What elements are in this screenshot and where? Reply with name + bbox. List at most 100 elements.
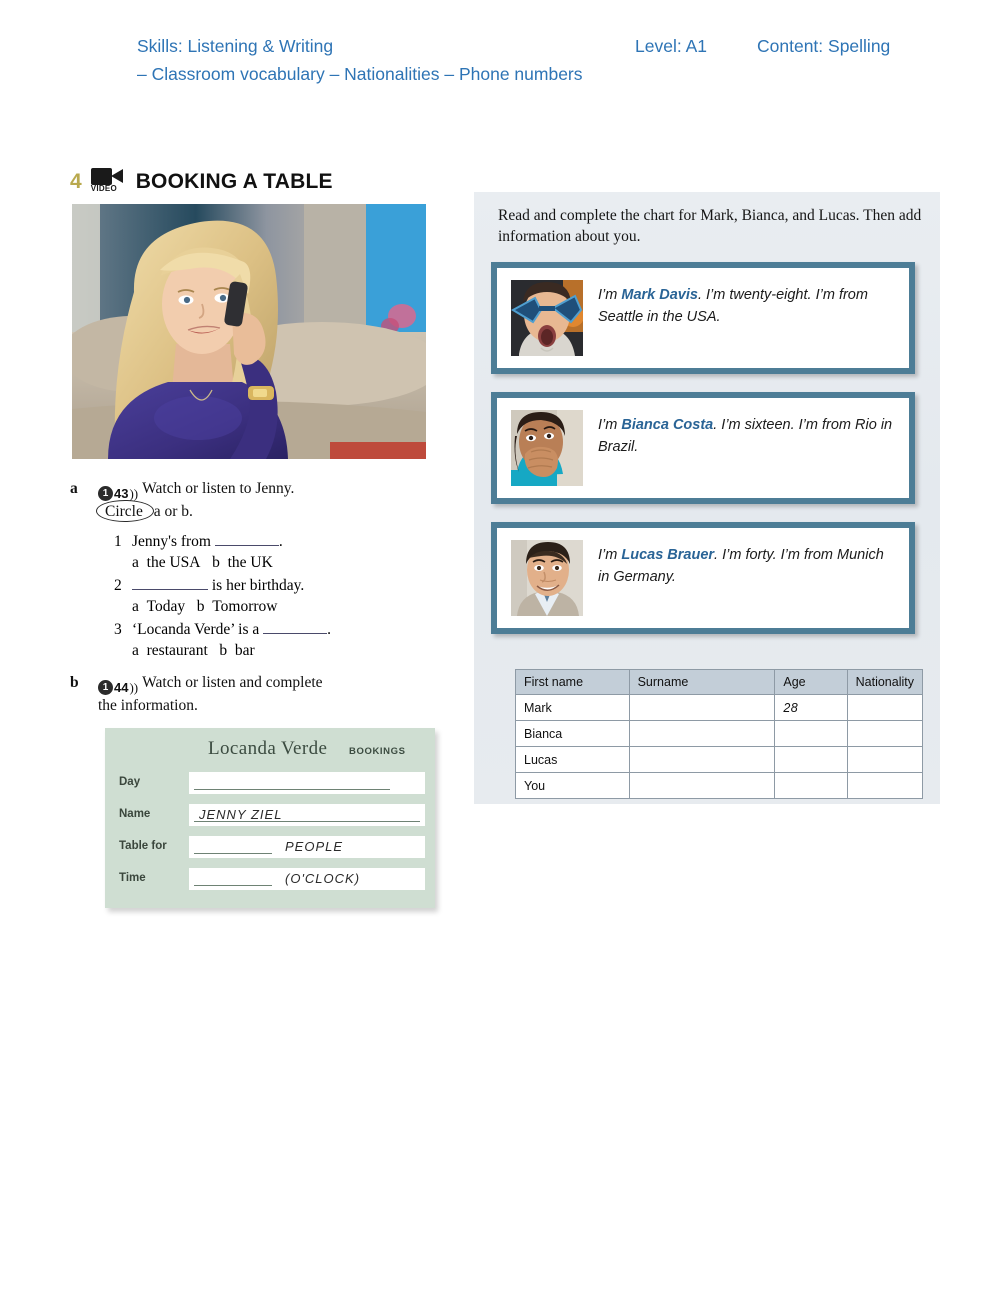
cell-nationality-lucas[interactable] (846, 746, 924, 773)
exercise-number: 4 (70, 170, 82, 193)
table-row: Lucas (515, 746, 924, 773)
question-1-blank[interactable] (214, 533, 279, 546)
task-b-instruction: 1 44)) Watch or listen and complete (98, 674, 438, 696)
task-b-text-2: the information. (98, 697, 198, 714)
person-card-mark: I’m Mark Davis. I’m twenty-eight. I’m fr… (491, 262, 915, 374)
question-1-option-a-letter[interactable]: a (132, 554, 139, 571)
question-2-option-b-letter[interactable]: b (197, 598, 205, 615)
question-1-option-b-label[interactable]: the UK (228, 554, 273, 571)
question-3-suffix: . (327, 621, 331, 638)
cell-surname-mark[interactable] (628, 694, 776, 721)
question-2-blank[interactable] (132, 577, 208, 590)
sound-waves-icon-b: )) (129, 679, 139, 695)
question-2-option-b-label[interactable]: Tomorrow (212, 598, 277, 615)
cell-nationality-mark[interactable] (846, 694, 924, 721)
cell-surname-lucas[interactable] (628, 746, 776, 773)
table-row: You (515, 772, 924, 799)
reading-chart-panel: Read and complete the chart for Mark, Bi… (474, 192, 940, 804)
question-3-option-a-letter[interactable]: a (132, 642, 139, 659)
mark-intro: I’m (598, 287, 622, 303)
question-2-suffix: is her birthday. (211, 577, 305, 594)
table-header-surname: Surname (628, 669, 776, 695)
audio-track-number-b: 44 (114, 680, 129, 695)
question-3-option-b-letter[interactable]: b (219, 642, 227, 659)
cell-first-name-you: You (515, 772, 630, 799)
person-card-bianca: I’m Bianca Costa. I’m sixteen. I’m from … (491, 392, 915, 504)
task-a-letter: a (70, 480, 78, 497)
booking-row-table-for: Table for PEOPLE (119, 836, 425, 858)
circle-verb-circled: Circle (96, 500, 154, 522)
personal-info-table: First name Surname Age Nationality Mark … (515, 669, 924, 799)
question-3-blank[interactable] (263, 621, 328, 634)
sound-waves-icon-a: )) (129, 485, 139, 501)
task-a-text-1: Watch or listen to Jenny. (142, 480, 295, 497)
audio-track-number-a: 43 (114, 486, 129, 501)
cell-surname-you[interactable] (628, 772, 776, 799)
question-3-option-b-label[interactable]: bar (235, 642, 255, 659)
bianca-description: I’m Bianca Costa. I’m sixteen. I’m from … (598, 410, 895, 459)
mark-description: I’m Mark Davis. I’m twenty-eight. I’m fr… (598, 280, 895, 329)
audio-track-icon-b[interactable]: 1 44)) (98, 680, 138, 696)
question-1-number: 1 (114, 533, 122, 550)
video-badge-label: VIDEO (90, 184, 118, 193)
question-2-number: 2 (114, 577, 122, 594)
task-a-instruction: 1 43)) Watch or listen to Jenny. (98, 480, 438, 502)
cell-age-bianca[interactable] (774, 720, 848, 747)
booking-label-time: Time (119, 872, 146, 884)
question-1-option-a-label[interactable]: the USA (147, 554, 201, 571)
table-header-age: Age (774, 669, 848, 695)
question-2-text: is her birthday. (132, 577, 304, 595)
booking-field-table-for[interactable]: PEOPLE (189, 836, 425, 858)
cell-nationality-bianca[interactable] (846, 720, 924, 747)
cell-first-name-lucas: Lucas (515, 746, 630, 773)
task-b-text-1: Watch or listen and complete (142, 674, 323, 691)
booking-field-time[interactable]: (O'CLOCK) (189, 868, 425, 890)
page-header: Skills: Listening & Writing Level: A1 Co… (0, 0, 1000, 110)
header-skills: Skills: Listening & Writing (137, 36, 334, 56)
lucas-portrait-photo (511, 540, 583, 616)
table-row: Mark 28 (515, 694, 924, 721)
lucas-description: I’m Lucas Brauer. I’m forty. I’m from Mu… (598, 540, 895, 589)
question-3-option-a-label[interactable]: restaurant (147, 642, 208, 659)
booking-field-day[interactable] (189, 772, 425, 794)
table-header-row: First name Surname Age Nationality (515, 669, 924, 695)
question-1-suffix: . (278, 533, 283, 550)
question-3-options: a restaurant b bar (132, 642, 255, 660)
table-header-nationality: Nationality (846, 669, 924, 695)
booking-row-name: Name JENNY ZIEL (119, 804, 425, 826)
bianca-name: Bianca Costa (621, 417, 714, 433)
booking-label-day: Day (119, 776, 141, 788)
question-3-text: ‘Locanda Verde’ is a . (132, 621, 331, 639)
jenny-phone-photo (72, 204, 426, 459)
booking-card-title: Locanda Verde (208, 738, 328, 759)
cell-nationality-you[interactable] (846, 772, 924, 799)
lucas-intro: I’m (598, 547, 622, 563)
lucas-name: Lucas Brauer (621, 547, 715, 563)
locanda-verde-booking-card: Locanda Verde BOOKINGS Day Name JENNY ZI… (105, 728, 435, 908)
task-a-text-2: a or b. (153, 503, 193, 520)
mark-name: Mark Davis (621, 287, 698, 303)
booking-field-name[interactable]: JENNY ZIEL (189, 804, 425, 826)
chart-instruction: Read and complete the chart for Mark, Bi… (498, 207, 922, 245)
booking-label-name: Name (119, 808, 151, 820)
task-a-instruction-line2: Circle a or b. (96, 500, 438, 522)
audio-track-icon-a[interactable]: 1 43)) (98, 486, 138, 502)
question-1-option-b-letter[interactable]: b (212, 554, 220, 571)
cell-age-lucas[interactable] (774, 746, 848, 773)
bianca-portrait-photo (511, 410, 583, 486)
question-2-option-a-letter[interactable]: a (132, 598, 139, 615)
video-camera-icon: VIDEO (90, 167, 127, 197)
table-header-first-name: First name (515, 669, 630, 695)
cell-surname-bianca[interactable] (628, 720, 776, 747)
circle-verb-text: Circle (105, 503, 143, 520)
cell-first-name-mark: Mark (515, 694, 630, 721)
cell-age-mark[interactable]: 28 (774, 694, 848, 721)
audio-disc-number-b: 1 (98, 680, 113, 695)
header-content: Content: Spelling (757, 36, 891, 56)
booking-row-time: Time (O'CLOCK) (119, 868, 425, 890)
question-2-option-a-label[interactable]: Today (147, 598, 186, 615)
cell-age-you[interactable] (774, 772, 848, 799)
booking-value-time: (O'CLOCK) (285, 871, 361, 886)
cell-first-name-bianca: Bianca (515, 720, 630, 747)
bianca-intro: I’m (598, 417, 622, 433)
